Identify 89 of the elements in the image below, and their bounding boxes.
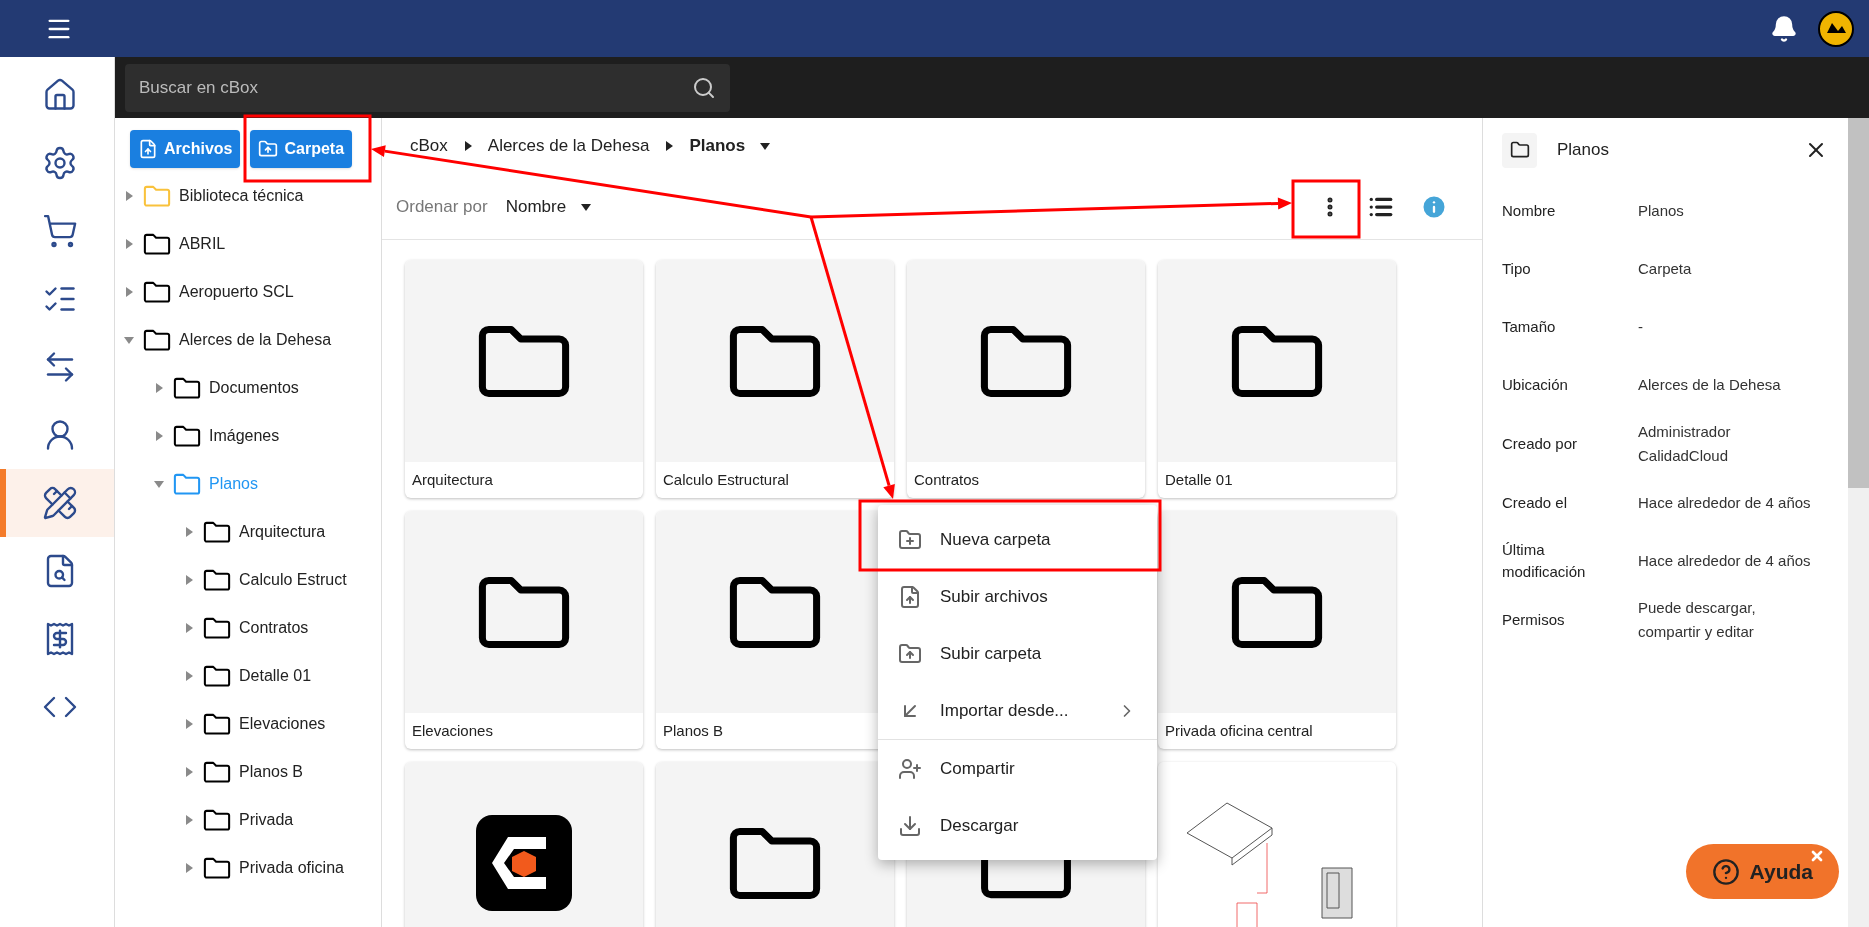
folder-icon [203,808,231,832]
folder-card[interactable]: Privada oficina central [1158,511,1396,749]
folder-card[interactable]: Contratos [907,260,1145,498]
folder-card[interactable]: Elevaciones [405,511,643,749]
property-value: Alerces de la Dehesa [1638,375,1781,395]
tree-item[interactable]: Planos B [115,748,381,796]
property-name: Tipo [1502,258,1532,279]
pencil-ruler-icon [42,485,78,521]
tree-item[interactable]: Arquitectura [115,508,381,556]
property-value: Hace alrededor de 4 años [1638,551,1811,571]
folder-icon [203,712,231,736]
upload-button[interactable]: Archivos [130,130,241,168]
tree-item[interactable]: Detalle 01 [115,652,381,700]
card-label: Planos B [662,720,725,741]
menu-item[interactable]: Descargar [878,797,1157,854]
breadcrumb-link[interactable]: Planos [689,133,746,159]
tree-item[interactable]: Calculo Estruct [115,556,381,604]
upload-button[interactable]: Carpeta [250,130,353,168]
folder-icon [203,856,231,880]
home-icon [42,77,78,113]
tree-item[interactable]: Aeropuerto SCL [115,268,381,316]
folder-icon [173,472,201,496]
folder-card[interactable]: Detalle 01 [1158,260,1396,498]
folder-icon [143,184,171,208]
avatar-icon[interactable] [1818,10,1854,47]
tree-item[interactable]: Biblioteca técnica [115,172,381,220]
card-label: Privada oficina central [1164,720,1314,741]
folder-icon [143,280,171,304]
card-label: Arquitectura [411,469,494,490]
card-label: Calculo Estructural [662,469,790,490]
folder-icon [203,760,231,784]
cart-icon [42,213,78,249]
tree-item[interactable]: Documentos [115,364,381,412]
property-value: Administrador CalidadCloud [1638,422,1732,466]
property-name: Tamaño [1502,316,1557,337]
property-value: Carpeta [1638,259,1692,279]
sort-dropdown[interactable]: Nombre [505,193,593,220]
file-upload-icon [138,139,158,159]
property-name: Permisos [1502,609,1566,630]
folder-icon [173,376,201,400]
folder-card[interactable]: Calculo Estructural [656,260,894,498]
tree-item[interactable]: ABRIL [115,220,381,268]
property-value: Planos [1638,201,1684,221]
card-label: Elevaciones [411,720,494,741]
property-name: Creado por [1502,433,1579,454]
tree-item[interactable]: Contratos [115,604,381,652]
folder-icon [143,232,171,256]
logo-icon [476,815,572,911]
folder-upload-icon [258,139,279,159]
property-name: Nombre [1502,200,1557,221]
tree-item[interactable]: Privada oficina [115,844,381,892]
property-name: Última modificación [1502,539,1587,582]
property-value: Hace alrededor de 4 años [1638,493,1811,513]
tree-item[interactable]: Privada [115,796,381,844]
highlight-frame [1291,179,1361,239]
folder-icon [203,568,231,592]
property-value: - [1638,317,1643,337]
folder-plus-icon [898,527,922,552]
tree-item[interactable]: Imágenes [115,412,381,460]
folder-icon [143,328,171,352]
property-name: Ubicación [1502,374,1569,395]
property-value: Puede descargar, compartir y editar [1638,598,1757,642]
folder-icon [203,616,231,640]
gear-icon [42,145,78,181]
folder-icon [173,424,201,448]
search-icon[interactable] [692,75,716,100]
nav-item[interactable] [0,469,114,537]
help-button[interactable]: Ayuda [1685,844,1839,899]
breadcrumb-link[interactable]: cBox [410,133,448,159]
bell-icon[interactable] [1770,14,1798,43]
card-label: Contratos [913,469,981,490]
download-icon [898,813,922,838]
property-name: Creado el [1502,492,1569,513]
breadcrumb-link[interactable]: Alerces de la Dehesa [487,133,650,159]
folder-card[interactable]: Arquitectura [405,260,643,498]
details-title: Planos [1557,139,1610,162]
folder-upload-icon [898,641,922,666]
caret-icon[interactable] [759,140,772,152]
folder-icon [1509,140,1530,160]
search-field[interactable]: Buscar en cBox [125,63,730,112]
file-upload-icon [898,584,922,609]
user-plus-icon [898,756,922,781]
folder-icon [203,664,231,688]
tree-item[interactable]: Alerces de la Dehesa [115,316,381,364]
help-icon [1711,857,1740,886]
tree-item[interactable]: Elevaciones [115,700,381,748]
folder-icon [203,520,231,544]
card-label: Detalle 01 [1164,469,1234,490]
sort-label: Ordenar por [396,195,488,218]
